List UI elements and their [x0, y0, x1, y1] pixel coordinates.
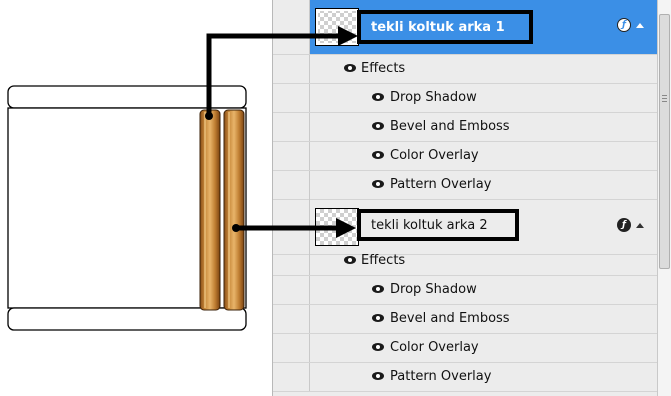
- effects-group-row[interactable]: Effects: [273, 247, 658, 276]
- eye-icon[interactable]: [372, 343, 384, 351]
- layer-effects-icon[interactable]: ƒ: [617, 18, 631, 32]
- effect-row[interactable]: Color Overlay: [273, 142, 658, 171]
- layers-panel: tekli koltuk arka 1 ƒ Effects Drop Shado…: [272, 0, 658, 396]
- effect-label: Bevel and Emboss: [390, 311, 510, 326]
- eye-icon[interactable]: [372, 93, 384, 101]
- layer-name[interactable]: tekli koltuk arka 2: [371, 218, 488, 233]
- effect-label: Bevel and Emboss: [390, 119, 510, 134]
- layer-thumbnail: [315, 208, 359, 246]
- layer-thumbnail: [315, 8, 359, 46]
- eye-icon[interactable]: [372, 372, 384, 380]
- effect-label: Pattern Overlay: [390, 177, 492, 192]
- effect-label: Drop Shadow: [390, 90, 477, 105]
- effect-row[interactable]: Pattern Overlay: [273, 171, 658, 200]
- effect-label: Pattern Overlay: [390, 369, 492, 384]
- effect-label: Color Overlay: [390, 148, 479, 163]
- eye-icon[interactable]: [372, 314, 384, 322]
- eye-icon[interactable]: [344, 256, 356, 264]
- effect-label: Drop Shadow: [390, 282, 477, 297]
- triangle-up-icon[interactable]: [636, 23, 644, 28]
- seat-bottom-rail: [7, 307, 247, 331]
- furniture-sketch: [7, 85, 247, 331]
- effect-row[interactable]: Drop Shadow: [273, 276, 658, 305]
- visibility-toggle[interactable]: [273, 197, 310, 254]
- eye-icon[interactable]: [372, 180, 384, 188]
- effect-row[interactable]: Pattern Overlay: [273, 363, 658, 392]
- layer-row-1[interactable]: tekli koltuk arka 1 ƒ: [273, 0, 658, 55]
- effects-label: Effects: [361, 253, 406, 268]
- layers-scrollbar[interactable]: [657, 0, 671, 396]
- wood-post-1: [199, 109, 221, 311]
- wood-post-2: [223, 109, 245, 311]
- effect-label: Color Overlay: [390, 340, 479, 355]
- effect-row[interactable]: Drop Shadow: [273, 84, 658, 113]
- seat-top-rail: [7, 85, 247, 109]
- effect-row[interactable]: Bevel and Emboss: [273, 113, 658, 142]
- visibility-toggle[interactable]: [273, 0, 310, 54]
- layer-effects-icon[interactable]: ƒ: [617, 218, 631, 232]
- triangle-up-icon[interactable]: [636, 223, 644, 228]
- effects-group-row[interactable]: Effects: [273, 55, 658, 84]
- eye-icon[interactable]: [372, 122, 384, 130]
- effect-row[interactable]: Color Overlay: [273, 334, 658, 363]
- effects-label: Effects: [361, 61, 406, 76]
- effect-row[interactable]: Bevel and Emboss: [273, 305, 658, 334]
- eye-icon[interactable]: [372, 151, 384, 159]
- eye-icon[interactable]: [372, 285, 384, 293]
- scrollbar-thumb[interactable]: [659, 14, 670, 269]
- layer-name[interactable]: tekli koltuk arka 1: [371, 20, 505, 35]
- eye-icon[interactable]: [344, 64, 356, 72]
